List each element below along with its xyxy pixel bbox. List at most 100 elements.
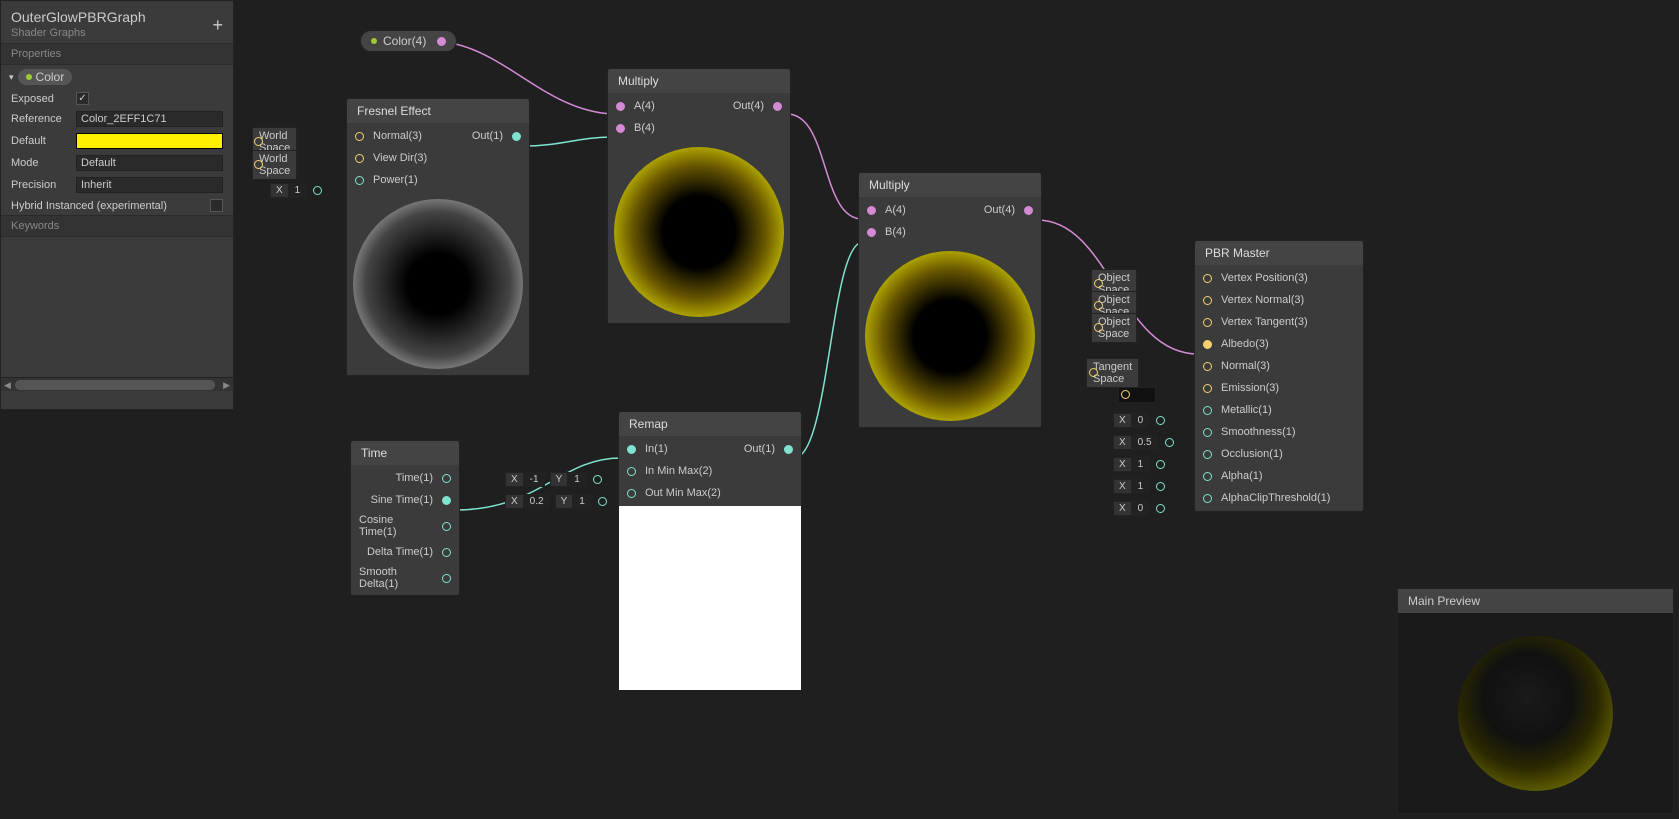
node-multiply-2[interactable]: Multiply A(4) Out(4) B(4) [858, 172, 1042, 428]
mode-dropdown[interactable]: Default [76, 155, 223, 171]
add-property-button[interactable]: + [212, 15, 223, 36]
remap-out-label: Out(1) [744, 443, 775, 455]
fresnel-normal-port[interactable] [355, 132, 364, 141]
fresnel-power-port[interactable] [355, 176, 364, 185]
time-delta-label: Delta Time(1) [367, 546, 433, 558]
remap-outminmax-port[interactable] [627, 489, 636, 498]
pbr-metallic-field[interactable]: X0 [1113, 413, 1149, 428]
pbr-clip-ext-port[interactable] [1156, 504, 1165, 513]
pbr-occ-port[interactable] [1203, 450, 1212, 459]
remap-inmin-x-field[interactable]: X-1 [505, 472, 545, 487]
multiply2-preview [859, 245, 1041, 427]
node-time[interactable]: Time Time(1) Sine Time(1) Cosine Time(1)… [350, 440, 460, 596]
node-color-property[interactable]: Color(4) [360, 30, 457, 52]
default-color-swatch[interactable] [76, 133, 223, 149]
time-cosine-label: Cosine Time(1) [359, 514, 433, 538]
node-fresnel-effect[interactable]: Fresnel Effect Normal(3) Out(1) View Dir… [346, 98, 530, 376]
fresnel-power-x-field[interactable]: X1 [270, 183, 306, 198]
multiply1-out-port[interactable] [773, 102, 782, 111]
multiply2-out-port[interactable] [1024, 206, 1033, 215]
remap-outminmax-ext-port[interactable] [598, 497, 607, 506]
multiply1-b-port[interactable] [616, 124, 625, 133]
pbr-vtan-port[interactable] [1203, 318, 1212, 327]
node-pbr-master[interactable]: PBR Master Vertex Position(3) Vertex Nor… [1194, 240, 1364, 512]
pbr-alpha-ext-port[interactable] [1156, 482, 1165, 491]
multiply2-b-port[interactable] [867, 228, 876, 237]
time-cosine-port[interactable] [442, 522, 451, 531]
blackboard-panel[interactable]: OuterGlowPBRGraph Shader Graphs + Proper… [0, 0, 234, 410]
pbr-smooth-field[interactable]: X0.5 [1113, 435, 1158, 450]
graph-title: OuterGlowPBRGraph [11, 9, 223, 25]
fresnel-power-ext-port[interactable] [313, 186, 322, 195]
time-smooth-label: Smooth Delta(1) [359, 566, 433, 590]
time-sine-port[interactable] [442, 496, 451, 505]
node-multiply-1[interactable]: Multiply A(4) Out(4) B(4) [607, 68, 791, 324]
time-title[interactable]: Time [351, 441, 459, 465]
pbr-vtan-ext-port[interactable] [1094, 323, 1103, 332]
pbr-metallic-port[interactable] [1203, 406, 1212, 415]
fresnel-viewdir-label: View Dir(3) [373, 152, 427, 164]
remap-inmin-y-field[interactable]: Y1 [550, 472, 586, 487]
pbr-vnorm-port[interactable] [1203, 296, 1212, 305]
pbr-vnorm-label: Vertex Normal(3) [1221, 294, 1304, 306]
multiply1-a-port[interactable] [616, 102, 625, 111]
pbr-title[interactable]: PBR Master [1195, 241, 1363, 265]
fresnel-viewdir-port[interactable] [355, 154, 364, 163]
pbr-alpha-port[interactable] [1203, 472, 1212, 481]
pbr-metallic-ext-port[interactable] [1156, 416, 1165, 425]
pbr-smooth-ext-port[interactable] [1165, 438, 1174, 447]
pbr-vnorm-ext-port[interactable] [1094, 301, 1103, 310]
time-delta-port[interactable] [442, 548, 451, 557]
pbr-emission-port[interactable] [1203, 384, 1212, 393]
pbr-vpos-ext-port[interactable] [1094, 279, 1103, 288]
blackboard-scrollbar[interactable]: ◀ ▶ [1, 377, 233, 391]
default-label: Default [11, 135, 76, 147]
time-smooth-port[interactable] [442, 574, 451, 583]
pbr-occ-ext-port[interactable] [1156, 460, 1165, 469]
scroll-right-icon[interactable]: ▶ [223, 380, 230, 391]
pbr-smooth-port[interactable] [1203, 428, 1212, 437]
color-output-port[interactable] [437, 37, 446, 46]
fresnel-viewdir-ext-port[interactable] [254, 160, 263, 169]
pbr-normal-port[interactable] [1203, 362, 1212, 371]
pbr-emission-ext-port[interactable] [1121, 390, 1130, 399]
time-sine-label: Sine Time(1) [371, 494, 433, 506]
main-preview-title[interactable]: Main Preview [1398, 589, 1673, 613]
pbr-alpha-field[interactable]: X1 [1113, 479, 1149, 494]
remap-preview [619, 506, 801, 690]
hybrid-checkbox[interactable]: ✓ [210, 199, 223, 212]
node-remap[interactable]: Remap In(1) Out(1) In Min Max(2) Out Min… [618, 411, 802, 691]
pbr-occ-field[interactable]: X1 [1113, 457, 1149, 472]
fresnel-title[interactable]: Fresnel Effect [347, 99, 529, 123]
time-time-label: Time(1) [396, 472, 433, 484]
property-color-foldout[interactable]: ▾ Color [1, 65, 233, 89]
multiply2-a-port[interactable] [867, 206, 876, 215]
pbr-vpos-port[interactable] [1203, 274, 1212, 283]
scroll-thumb[interactable] [15, 380, 215, 390]
pbr-normal-ext-port[interactable] [1089, 368, 1098, 377]
reference-label: Reference [11, 113, 76, 125]
remap-inminmax-ext-port[interactable] [593, 475, 602, 484]
pbr-albedo-port[interactable] [1203, 340, 1212, 349]
remap-out-port[interactable] [784, 445, 793, 454]
remap-outmin-y-field[interactable]: Y1 [555, 494, 591, 509]
remap-outmin-x-field[interactable]: X0.2 [505, 494, 550, 509]
pbr-clip-field[interactable]: X0 [1113, 501, 1149, 516]
reference-input[interactable]: Color_2EFF1C71 [76, 111, 223, 127]
fresnel-out-label: Out(1) [472, 130, 503, 142]
remap-title[interactable]: Remap [619, 412, 801, 436]
pbr-clip-port[interactable] [1203, 494, 1212, 503]
remap-in-port[interactable] [627, 445, 636, 454]
fresnel-normal-ext-port[interactable] [254, 137, 263, 146]
time-time-port[interactable] [442, 474, 451, 483]
main-preview-panel[interactable]: Main Preview [1397, 588, 1674, 814]
multiply2-title[interactable]: Multiply [859, 173, 1041, 197]
multiply1-title[interactable]: Multiply [608, 69, 790, 93]
fresnel-out-port[interactable] [512, 132, 521, 141]
main-preview-viewport[interactable] [1398, 613, 1673, 813]
remap-inminmax-port[interactable] [627, 467, 636, 476]
fresnel-normal-label: Normal(3) [373, 130, 422, 142]
precision-dropdown[interactable]: Inherit [76, 177, 223, 193]
scroll-left-icon[interactable]: ◀ [4, 380, 11, 391]
exposed-checkbox[interactable]: ✓ [76, 92, 89, 105]
